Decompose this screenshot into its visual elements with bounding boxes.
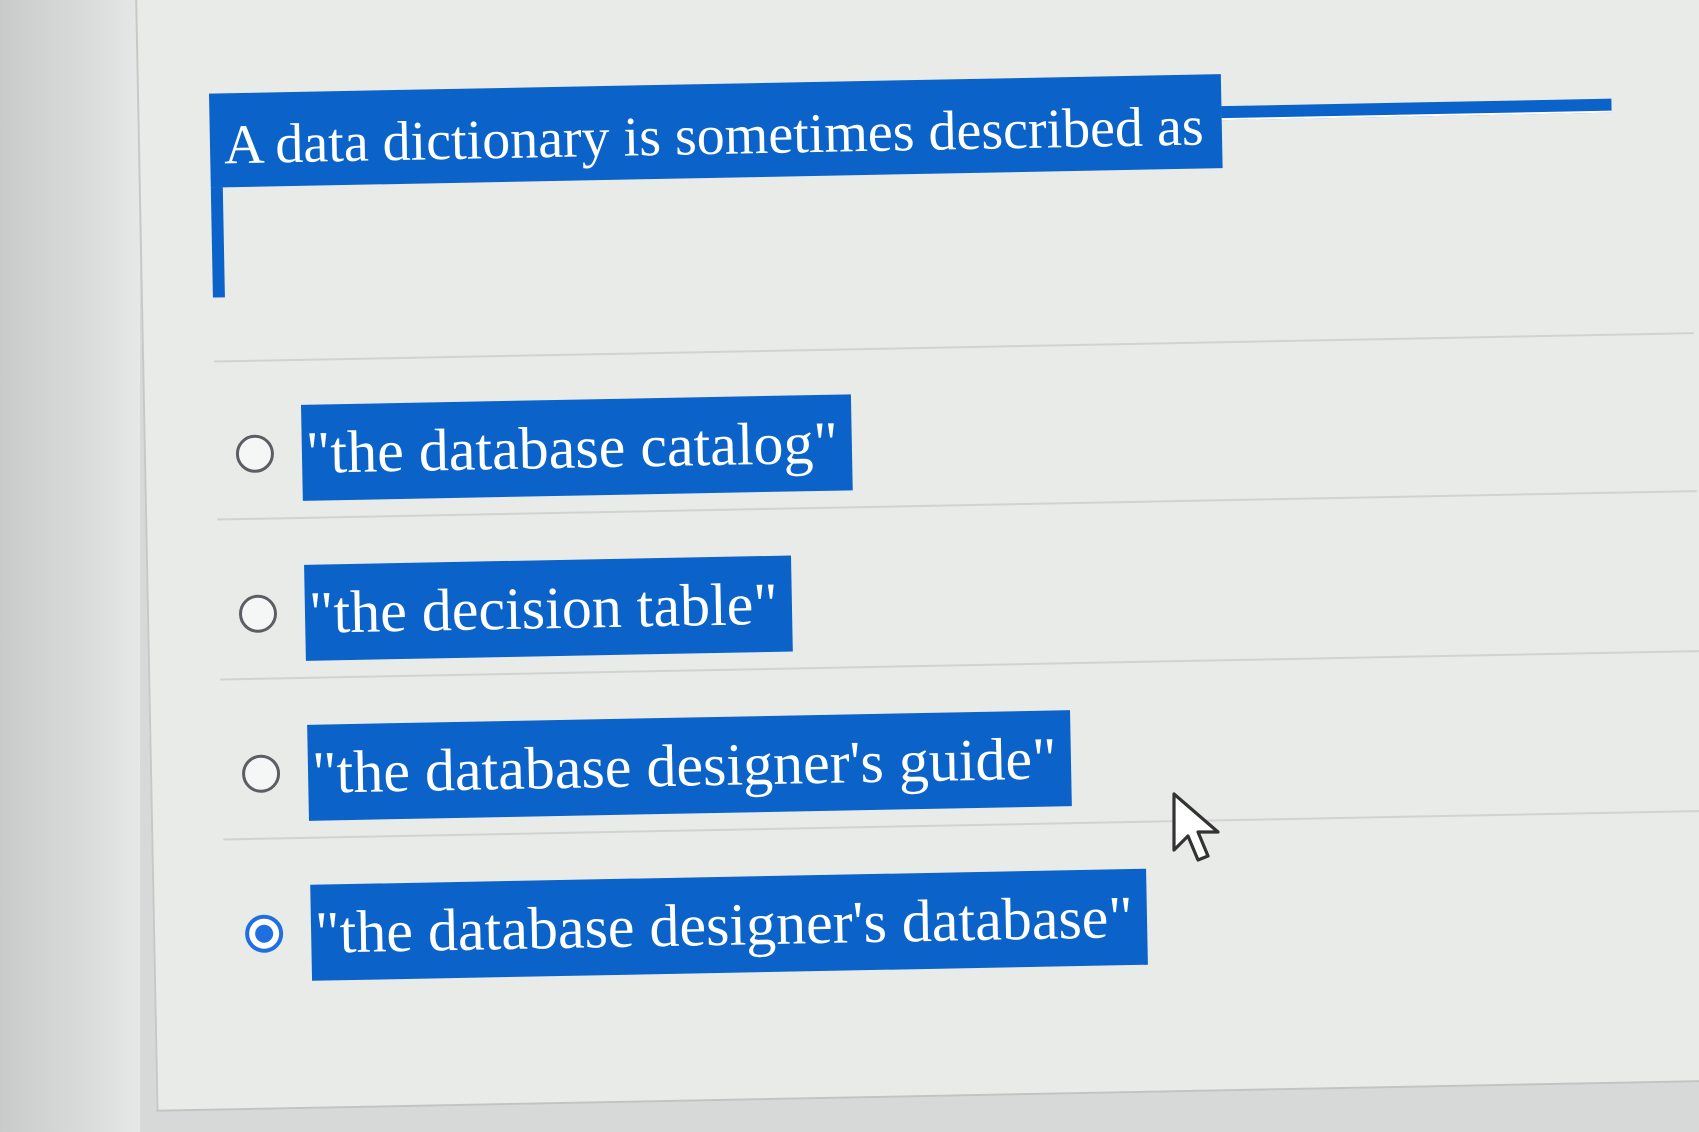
option-label[interactable]: "the decision table" bbox=[304, 555, 793, 661]
question-text: A data dictionary is sometimes described… bbox=[209, 74, 1223, 188]
question-accent-bar bbox=[210, 187, 225, 298]
option-1[interactable]: "the database catalog" bbox=[235, 389, 1138, 502]
option-label[interactable]: "the database designer's guide" bbox=[307, 710, 1072, 821]
divider bbox=[214, 332, 1694, 363]
mouse-pointer-icon bbox=[1172, 792, 1220, 862]
answer-blank bbox=[1221, 98, 1612, 121]
option-4[interactable]: "the database designer's database" bbox=[244, 868, 1148, 982]
option-label[interactable]: "the database catalog" bbox=[300, 394, 853, 501]
question-line: A data dictionary is sometimes described… bbox=[209, 67, 1612, 188]
option-label[interactable]: "the database designer's database" bbox=[310, 868, 1148, 981]
quiz-panel: A data dictionary is sometimes described… bbox=[135, 0, 1699, 1112]
radio-dot bbox=[254, 924, 274, 943]
radio-button-unchecked[interactable] bbox=[241, 754, 281, 794]
radio-button-checked[interactable] bbox=[244, 914, 284, 954]
option-2[interactable]: "the decision table" bbox=[238, 549, 1141, 662]
radio-button-unchecked[interactable] bbox=[235, 434, 275, 474]
question: A data dictionary is sometimes described… bbox=[209, 67, 1614, 298]
radio-button-unchecked[interactable] bbox=[238, 594, 278, 634]
option-3[interactable]: "the database designer's guide" bbox=[241, 709, 1144, 822]
answer-options: "the database catalog" "the decision tab… bbox=[235, 389, 1149, 1046]
monitor-bezel bbox=[0, 0, 140, 1132]
